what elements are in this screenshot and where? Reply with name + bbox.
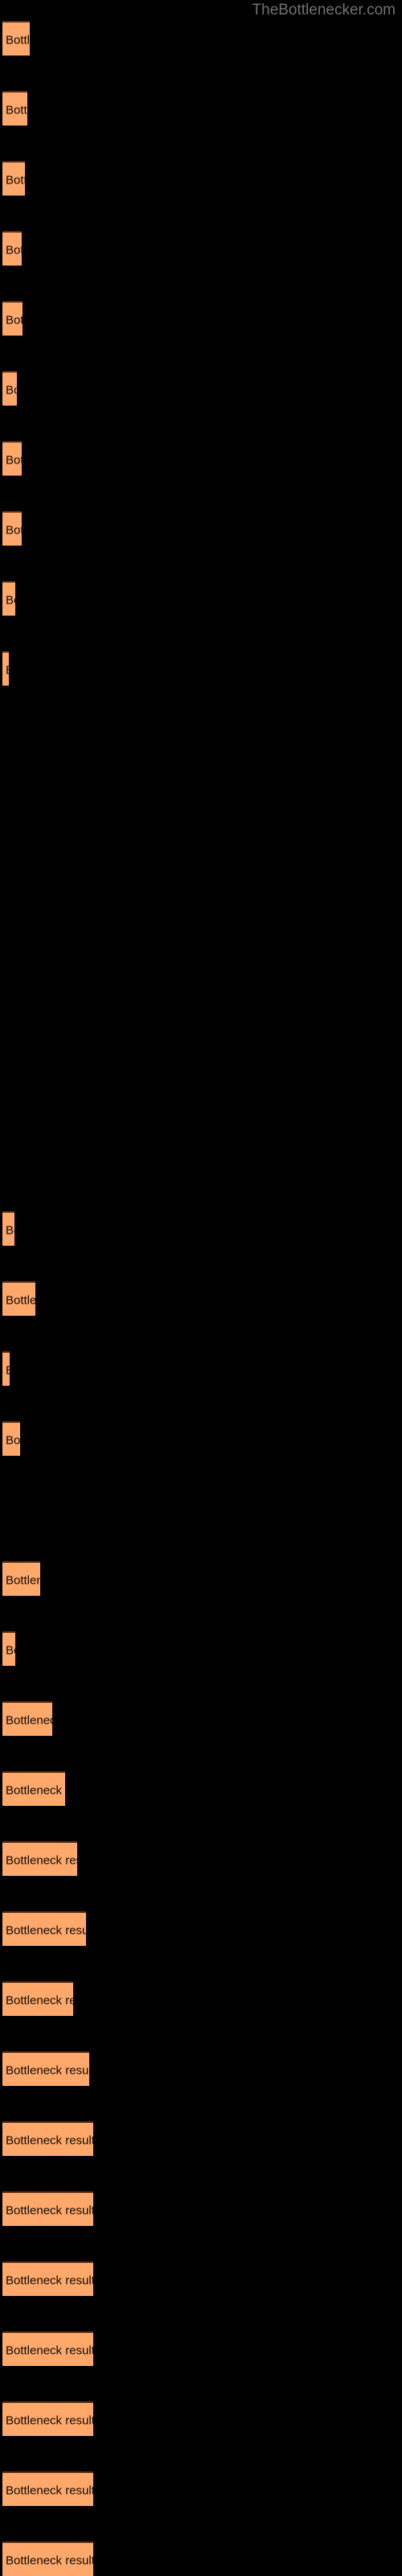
bar: Bottleneck result [2, 2401, 93, 2436]
bar-label: Bottleneck result [6, 172, 25, 187]
bar-label: Bottleneck result [6, 2413, 93, 2427]
bar: Bottleneck result [2, 1771, 65, 1806]
bar: Bottleneck result [2, 1841, 77, 1876]
bar-label: Bottleneck result [6, 242, 22, 257]
bar: Bottleneck result [2, 2331, 93, 2366]
bar: Bottleneck result [2, 2541, 93, 2576]
bar: Bottleneck result [2, 1701, 52, 1736]
bar-label: Bottleneck result [6, 1292, 35, 1307]
bar: Bottleneck result [2, 1631, 15, 1666]
bar-label: Bottleneck result [6, 1713, 52, 1727]
bar-label: Bottleneck result [6, 102, 27, 117]
bar-label: Bottleneck result [6, 312, 23, 327]
bar-label: Bottleneck result [6, 1923, 86, 1937]
bar: Bottleneck result [2, 1911, 86, 1946]
bar: Bottleneck result [2, 161, 25, 196]
bar-label: Bottleneck result [6, 2483, 93, 2497]
bar-label: Bottleneck result [6, 2273, 93, 2287]
bar: Bottleneck result [2, 511, 22, 546]
bar: Bottleneck result [2, 2121, 93, 2156]
bar-label: Bottleneck result [6, 522, 22, 537]
bar: Bottleneck result [2, 1561, 40, 1596]
bar: Bottleneck result [2, 301, 23, 336]
bar: Bottleneck result [2, 2261, 93, 2296]
bar-label: Bottleneck result [6, 452, 22, 467]
bar: Bottleneck result [2, 1351, 10, 1386]
bar: Bottleneck result [2, 231, 22, 266]
bar-label: Bottleneck result [6, 2553, 93, 2567]
bar: Bottleneck result [2, 2051, 89, 2086]
bar-label: Bottleneck result [6, 1642, 15, 1657]
bar-label: Bottleneck result [6, 1853, 77, 1867]
bar-chart: TheBottlenecker.com Bottleneck resultBot… [0, 0, 402, 2576]
bar: Bottleneck result [2, 1421, 20, 1456]
bar: Bottleneck result [2, 651, 9, 686]
bar: Bottleneck result [2, 441, 22, 476]
bar: Bottleneck result [2, 581, 15, 616]
bar-label: Bottleneck result [6, 2063, 89, 2077]
bar-label: Bottleneck result [6, 663, 9, 677]
bar-label: Bottleneck result [6, 2343, 93, 2357]
bar-label: Bottleneck result [6, 1783, 65, 1797]
bar-label: Bottleneck result [6, 1432, 20, 1447]
bar-label: Bottleneck result [6, 1363, 10, 1377]
bar: Bottleneck result [2, 371, 17, 406]
bar: Bottleneck result [2, 1981, 73, 2016]
bar-label: Bottleneck result [6, 2203, 93, 2217]
bar-label: Bottleneck result [6, 592, 15, 607]
plot-area: Bottleneck result Bottleneck result Bottle… [0, 0, 402, 2576]
bar-label: Bottleneck result [6, 1993, 73, 2007]
bar: Bottleneck result [2, 1281, 35, 1316]
bar: Bottleneck result [2, 2471, 93, 2506]
bar-label: Bottleneck result [6, 382, 17, 397]
bar-label: Bottleneck result [6, 32, 30, 47]
bar-label: Bottleneck result [6, 1222, 14, 1237]
bar-label: Bottleneck result [6, 2133, 93, 2147]
bar: Bottleneck result [2, 21, 30, 56]
bar: Bottleneck result [2, 91, 27, 126]
bar-label: Bottleneck result [6, 1572, 40, 1587]
bar: Bottleneck result [2, 1211, 14, 1246]
bar: Bottleneck result [2, 2191, 93, 2226]
